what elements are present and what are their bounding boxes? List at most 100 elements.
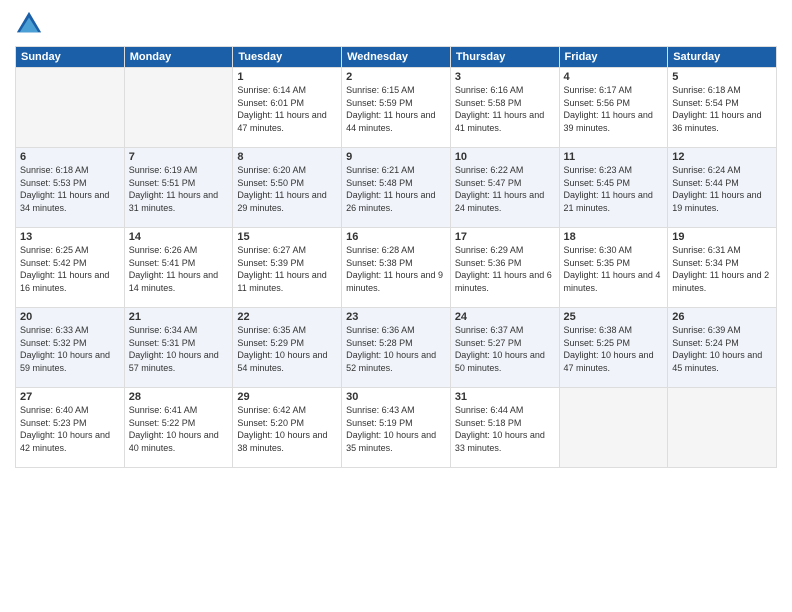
day-number: 5 — [672, 71, 772, 83]
calendar-cell: 23 Sunrise: 6:36 AMSunset: 5:28 PMDaylig… — [342, 308, 451, 388]
day-number: 24 — [455, 311, 555, 323]
day-number: 3 — [455, 71, 555, 83]
day-info: Sunrise: 6:20 AMSunset: 5:50 PMDaylight:… — [237, 165, 326, 213]
day-number: 28 — [129, 391, 229, 403]
calendar-header-sunday: Sunday — [16, 47, 125, 68]
calendar-week-1: 1 Sunrise: 6:14 AMSunset: 6:01 PMDayligh… — [16, 68, 777, 148]
day-number: 2 — [346, 71, 446, 83]
calendar-cell: 6 Sunrise: 6:18 AMSunset: 5:53 PMDayligh… — [16, 148, 125, 228]
calendar-cell: 29 Sunrise: 6:42 AMSunset: 5:20 PMDaylig… — [233, 388, 342, 468]
day-info: Sunrise: 6:18 AMSunset: 5:54 PMDaylight:… — [672, 85, 761, 133]
day-info: Sunrise: 6:19 AMSunset: 5:51 PMDaylight:… — [129, 165, 218, 213]
calendar-week-3: 13 Sunrise: 6:25 AMSunset: 5:42 PMDaylig… — [16, 228, 777, 308]
day-number: 17 — [455, 231, 555, 243]
calendar-cell: 25 Sunrise: 6:38 AMSunset: 5:25 PMDaylig… — [559, 308, 668, 388]
day-info: Sunrise: 6:29 AMSunset: 5:36 PMDaylight:… — [455, 245, 552, 293]
calendar-cell — [668, 388, 777, 468]
calendar-cell: 10 Sunrise: 6:22 AMSunset: 5:47 PMDaylig… — [450, 148, 559, 228]
day-number: 13 — [20, 231, 120, 243]
calendar-cell: 20 Sunrise: 6:33 AMSunset: 5:32 PMDaylig… — [16, 308, 125, 388]
day-number: 10 — [455, 151, 555, 163]
calendar-header-wednesday: Wednesday — [342, 47, 451, 68]
calendar-header-thursday: Thursday — [450, 47, 559, 68]
calendar-cell: 8 Sunrise: 6:20 AMSunset: 5:50 PMDayligh… — [233, 148, 342, 228]
calendar-cell: 13 Sunrise: 6:25 AMSunset: 5:42 PMDaylig… — [16, 228, 125, 308]
day-number: 15 — [237, 231, 337, 243]
calendar-header-saturday: Saturday — [668, 47, 777, 68]
day-info: Sunrise: 6:18 AMSunset: 5:53 PMDaylight:… — [20, 165, 109, 213]
calendar-cell: 2 Sunrise: 6:15 AMSunset: 5:59 PMDayligh… — [342, 68, 451, 148]
calendar-cell: 3 Sunrise: 6:16 AMSunset: 5:58 PMDayligh… — [450, 68, 559, 148]
calendar-header-tuesday: Tuesday — [233, 47, 342, 68]
day-number: 26 — [672, 311, 772, 323]
day-info: Sunrise: 6:40 AMSunset: 5:23 PMDaylight:… — [20, 405, 110, 453]
calendar-cell: 27 Sunrise: 6:40 AMSunset: 5:23 PMDaylig… — [16, 388, 125, 468]
day-number: 4 — [564, 71, 664, 83]
calendar-header-friday: Friday — [559, 47, 668, 68]
calendar-week-5: 27 Sunrise: 6:40 AMSunset: 5:23 PMDaylig… — [16, 388, 777, 468]
day-number: 16 — [346, 231, 446, 243]
calendar-cell: 28 Sunrise: 6:41 AMSunset: 5:22 PMDaylig… — [124, 388, 233, 468]
day-info: Sunrise: 6:36 AMSunset: 5:28 PMDaylight:… — [346, 325, 436, 373]
day-info: Sunrise: 6:26 AMSunset: 5:41 PMDaylight:… — [129, 245, 218, 293]
day-info: Sunrise: 6:28 AMSunset: 5:38 PMDaylight:… — [346, 245, 443, 293]
day-number: 14 — [129, 231, 229, 243]
day-info: Sunrise: 6:37 AMSunset: 5:27 PMDaylight:… — [455, 325, 545, 373]
calendar-cell: 7 Sunrise: 6:19 AMSunset: 5:51 PMDayligh… — [124, 148, 233, 228]
day-number: 9 — [346, 151, 446, 163]
day-info: Sunrise: 6:14 AMSunset: 6:01 PMDaylight:… — [237, 85, 326, 133]
day-number: 6 — [20, 151, 120, 163]
day-number: 27 — [20, 391, 120, 403]
calendar-cell: 24 Sunrise: 6:37 AMSunset: 5:27 PMDaylig… — [450, 308, 559, 388]
day-info: Sunrise: 6:38 AMSunset: 5:25 PMDaylight:… — [564, 325, 654, 373]
day-info: Sunrise: 6:43 AMSunset: 5:19 PMDaylight:… — [346, 405, 436, 453]
calendar-cell: 22 Sunrise: 6:35 AMSunset: 5:29 PMDaylig… — [233, 308, 342, 388]
day-number: 12 — [672, 151, 772, 163]
calendar-cell: 9 Sunrise: 6:21 AMSunset: 5:48 PMDayligh… — [342, 148, 451, 228]
day-info: Sunrise: 6:41 AMSunset: 5:22 PMDaylight:… — [129, 405, 219, 453]
calendar-cell: 12 Sunrise: 6:24 AMSunset: 5:44 PMDaylig… — [668, 148, 777, 228]
day-number: 18 — [564, 231, 664, 243]
calendar-cell — [16, 68, 125, 148]
calendar-cell: 19 Sunrise: 6:31 AMSunset: 5:34 PMDaylig… — [668, 228, 777, 308]
day-info: Sunrise: 6:24 AMSunset: 5:44 PMDaylight:… — [672, 165, 761, 213]
calendar-cell: 14 Sunrise: 6:26 AMSunset: 5:41 PMDaylig… — [124, 228, 233, 308]
logo — [15, 10, 45, 38]
calendar-cell: 11 Sunrise: 6:23 AMSunset: 5:45 PMDaylig… — [559, 148, 668, 228]
calendar-header-monday: Monday — [124, 47, 233, 68]
day-number: 7 — [129, 151, 229, 163]
day-number: 31 — [455, 391, 555, 403]
day-number: 21 — [129, 311, 229, 323]
day-info: Sunrise: 6:23 AMSunset: 5:45 PMDaylight:… — [564, 165, 653, 213]
calendar-cell: 1 Sunrise: 6:14 AMSunset: 6:01 PMDayligh… — [233, 68, 342, 148]
calendar-table: SundayMondayTuesdayWednesdayThursdayFrid… — [15, 46, 777, 468]
day-info: Sunrise: 6:17 AMSunset: 5:56 PMDaylight:… — [564, 85, 653, 133]
day-number: 19 — [672, 231, 772, 243]
day-info: Sunrise: 6:42 AMSunset: 5:20 PMDaylight:… — [237, 405, 327, 453]
day-number: 1 — [237, 71, 337, 83]
calendar-week-2: 6 Sunrise: 6:18 AMSunset: 5:53 PMDayligh… — [16, 148, 777, 228]
day-info: Sunrise: 6:30 AMSunset: 5:35 PMDaylight:… — [564, 245, 661, 293]
day-number: 8 — [237, 151, 337, 163]
header — [15, 10, 777, 38]
calendar-cell: 17 Sunrise: 6:29 AMSunset: 5:36 PMDaylig… — [450, 228, 559, 308]
day-info: Sunrise: 6:15 AMSunset: 5:59 PMDaylight:… — [346, 85, 435, 133]
day-info: Sunrise: 6:31 AMSunset: 5:34 PMDaylight:… — [672, 245, 769, 293]
calendar-cell: 4 Sunrise: 6:17 AMSunset: 5:56 PMDayligh… — [559, 68, 668, 148]
day-number: 11 — [564, 151, 664, 163]
calendar-cell: 21 Sunrise: 6:34 AMSunset: 5:31 PMDaylig… — [124, 308, 233, 388]
day-info: Sunrise: 6:34 AMSunset: 5:31 PMDaylight:… — [129, 325, 219, 373]
calendar-cell: 31 Sunrise: 6:44 AMSunset: 5:18 PMDaylig… — [450, 388, 559, 468]
logo-icon — [15, 10, 43, 38]
calendar-cell: 15 Sunrise: 6:27 AMSunset: 5:39 PMDaylig… — [233, 228, 342, 308]
calendar-cell: 26 Sunrise: 6:39 AMSunset: 5:24 PMDaylig… — [668, 308, 777, 388]
calendar-cell: 30 Sunrise: 6:43 AMSunset: 5:19 PMDaylig… — [342, 388, 451, 468]
day-info: Sunrise: 6:25 AMSunset: 5:42 PMDaylight:… — [20, 245, 109, 293]
day-info: Sunrise: 6:16 AMSunset: 5:58 PMDaylight:… — [455, 85, 544, 133]
calendar-cell: 16 Sunrise: 6:28 AMSunset: 5:38 PMDaylig… — [342, 228, 451, 308]
calendar-cell: 5 Sunrise: 6:18 AMSunset: 5:54 PMDayligh… — [668, 68, 777, 148]
calendar-cell: 18 Sunrise: 6:30 AMSunset: 5:35 PMDaylig… — [559, 228, 668, 308]
day-number: 29 — [237, 391, 337, 403]
day-info: Sunrise: 6:22 AMSunset: 5:47 PMDaylight:… — [455, 165, 544, 213]
day-info: Sunrise: 6:39 AMSunset: 5:24 PMDaylight:… — [672, 325, 762, 373]
